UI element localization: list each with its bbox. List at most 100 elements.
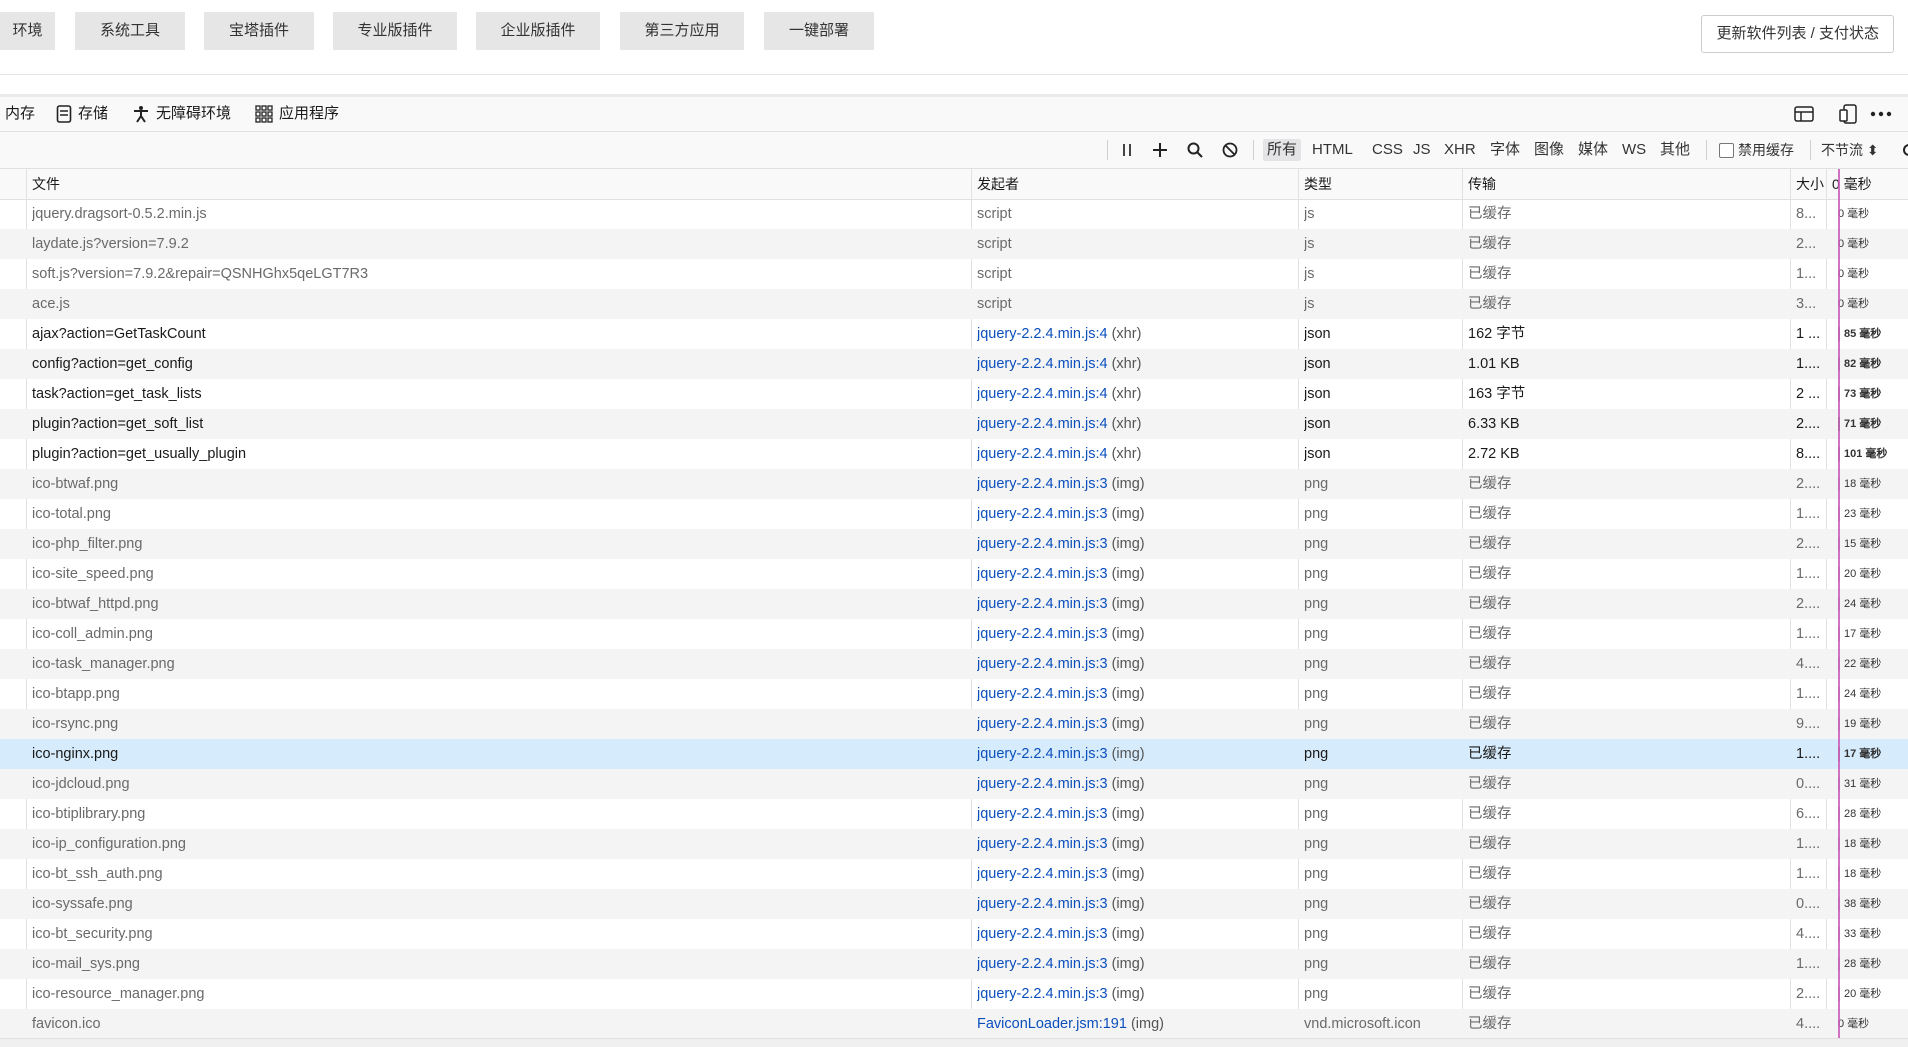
filter-ws[interactable]: WS [1618, 139, 1650, 161]
filter-images[interactable]: 图像 [1530, 139, 1568, 161]
initiator-link[interactable]: jquery-2.2.4.min.js:3 [977, 716, 1108, 732]
initiator-link[interactable]: jquery-2.2.4.min.js:4 [977, 326, 1108, 342]
more-options-icon[interactable] [1870, 97, 1892, 131]
tab-pro-plugins[interactable]: 专业版插件 [333, 12, 457, 50]
initiator-link[interactable]: FaviconLoader.jsm:191 [977, 1016, 1127, 1032]
request-row[interactable]: config?action=get_config jquery-2.2.4.min… [0, 349, 1908, 379]
request-row[interactable]: ico-rsync.png jquery-2.2.4.min.js:3 (img)… [0, 709, 1908, 739]
initiator-link[interactable]: jquery-2.2.4.min.js:3 [977, 896, 1108, 912]
initiator-link[interactable]: jquery-2.2.4.min.js:3 [977, 656, 1108, 672]
tab-third-party-apps[interactable]: 第三方应用 [620, 12, 744, 50]
request-row[interactable]: ico-btapp.png jquery-2.2.4.min.js:3 (img)… [0, 679, 1908, 709]
throttling-select[interactable]: 不节流 ⬍ [1821, 139, 1879, 161]
settings-gear-icon[interactable] [1896, 140, 1908, 160]
request-type: png [1304, 926, 1329, 942]
request-type: png [1304, 476, 1329, 492]
request-row[interactable]: ico-resource_manager.png jquery-2.2.4.min… [0, 979, 1908, 1009]
request-row[interactable]: ico-mail_sys.png jquery-2.2.4.min.js:3 (i… [0, 949, 1908, 979]
initiator-cause: (img) [1111, 536, 1145, 552]
request-row[interactable]: ico-total.png jquery-2.2.4.min.js:3 (img)… [0, 499, 1908, 529]
request-row[interactable]: ico-nginx.png jquery-2.2.4.min.js:3 (img)… [0, 739, 1908, 769]
initiator-link[interactable]: jquery-2.2.4.min.js:3 [977, 686, 1108, 702]
request-row[interactable]: plugin?action=get_soft_list jquery-2.2.4.… [0, 409, 1908, 439]
request-row[interactable]: ace.js script js 已缓存 3... 0 毫秒 [0, 289, 1908, 319]
request-file: ico-mail_sys.png [32, 956, 140, 972]
filter-css[interactable]: CSS [1368, 139, 1407, 161]
initiator-link[interactable]: jquery-2.2.4.min.js:3 [977, 746, 1108, 762]
request-row[interactable]: laydate.js?version=7.9.2 script js 已缓存 2... 0… [0, 229, 1908, 259]
initiator-link[interactable]: jquery-2.2.4.min.js:4 [977, 416, 1108, 432]
tab-application[interactable]: 应用程序 [255, 97, 339, 131]
update-software-list-button[interactable]: 更新软件列表 / 支付状态 [1701, 15, 1894, 53]
responsive-design-icon[interactable] [1839, 97, 1859, 131]
column-header-transferred[interactable]: 传输 [1462, 169, 1496, 199]
tab-accessibility[interactable]: 无障碍环境 [132, 97, 231, 131]
tab-system-tools[interactable]: 系统工具 [75, 12, 185, 50]
request-row[interactable]: ico-syssafe.png jquery-2.2.4.min.js:3 (im… [0, 889, 1908, 919]
column-header-timeline[interactable]: 0 毫秒 [1826, 169, 1872, 199]
request-row[interactable]: jquery.dragsort-0.5.2.min.js script js 已缓存 8… [0, 199, 1908, 229]
filter-all[interactable]: 所有 [1263, 139, 1302, 161]
initiator-link[interactable]: jquery-2.2.4.min.js:3 [977, 926, 1108, 942]
disable-cache-checkbox[interactable]: 禁用缓存 [1719, 140, 1794, 160]
initiator-link[interactable]: jquery-2.2.4.min.js:3 [977, 626, 1108, 642]
add-request-icon[interactable] [1150, 140, 1170, 160]
initiator-link[interactable]: jquery-2.2.4.min.js:3 [977, 596, 1108, 612]
request-row[interactable]: task?action=get_task_lists jquery-2.2.4.m… [0, 379, 1908, 409]
search-icon[interactable] [1185, 140, 1205, 160]
filter-html[interactable]: HTML [1308, 139, 1357, 161]
request-row[interactable]: ico-bt_ssh_auth.png jquery-2.2.4.min.js:3… [0, 859, 1908, 889]
column-header-size[interactable]: 大小 [1790, 169, 1824, 199]
request-transferred: 已缓存 [1468, 596, 1512, 612]
filter-js[interactable]: JS [1409, 139, 1435, 161]
tab-one-click-deploy[interactable]: 一键部署 [764, 12, 874, 50]
initiator-link[interactable]: jquery-2.2.4.min.js:3 [977, 536, 1108, 552]
request-row[interactable]: ico-site_speed.png jquery-2.2.4.min.js:3 … [0, 559, 1908, 589]
tab-environment[interactable]: 环境 [0, 12, 55, 50]
pause-icon[interactable] [1117, 140, 1137, 160]
tab-accessibility-label: 无障碍环境 [156, 105, 232, 122]
request-row[interactable]: ico-coll_admin.png jquery-2.2.4.min.js:3 … [0, 619, 1908, 649]
request-row[interactable]: ico-btwaf_httpd.png jquery-2.2.4.min.js:3… [0, 589, 1908, 619]
initiator-link[interactable]: jquery-2.2.4.min.js:3 [977, 866, 1108, 882]
request-row[interactable]: plugin?action=get_usually_plugin jquery-2… [0, 439, 1908, 469]
request-row[interactable]: ico-ip_configuration.png jquery-2.2.4.min… [0, 829, 1908, 859]
request-row[interactable]: ico-task_manager.png jquery-2.2.4.min.js:… [0, 649, 1908, 679]
tab-memory[interactable]: 内存 [5, 97, 35, 131]
plugin-category-bar: 环境 系统工具 宝塔插件 专业版插件 企业版插件 第三方应用 一键部署 更新软件… [0, 0, 1908, 96]
column-header-type[interactable]: 类型 [1298, 169, 1332, 199]
initiator-link[interactable]: jquery-2.2.4.min.js:3 [977, 476, 1108, 492]
initiator-link[interactable]: jquery-2.2.4.min.js:3 [977, 566, 1108, 582]
initiator-link[interactable]: jquery-2.2.4.min.js:3 [977, 776, 1108, 792]
request-row[interactable]: ico-bt_security.png jquery-2.2.4.min.js:3… [0, 919, 1908, 949]
filter-xhr[interactable]: XHR [1440, 139, 1480, 161]
initiator-link[interactable]: jquery-2.2.4.min.js:3 [977, 836, 1108, 852]
column-header-initiator[interactable]: 发起者 [971, 169, 1019, 199]
checkbox-box[interactable] [1719, 142, 1734, 158]
initiator-link[interactable]: jquery-2.2.4.min.js:4 [977, 356, 1108, 372]
initiator-link[interactable]: jquery-2.2.4.min.js:3 [977, 506, 1108, 522]
initiator-link[interactable]: jquery-2.2.4.min.js:3 [977, 956, 1108, 972]
tab-bt-plugins[interactable]: 宝塔插件 [204, 12, 314, 50]
request-row[interactable]: ico-btiplibrary.png jquery-2.2.4.min.js:3… [0, 799, 1908, 829]
request-row[interactable]: favicon.ico FaviconLoader.jsm:191 (img) vn… [0, 1009, 1908, 1039]
initiator-link[interactable]: jquery-2.2.4.min.js:3 [977, 806, 1108, 822]
filter-fonts[interactable]: 字体 [1486, 139, 1524, 161]
dock-panel-icon[interactable] [1794, 97, 1814, 131]
initiator-cause: script [977, 236, 1012, 252]
initiator-link[interactable]: jquery-2.2.4.min.js:4 [977, 446, 1108, 462]
initiator-link[interactable]: jquery-2.2.4.min.js:4 [977, 386, 1108, 402]
request-row[interactable]: ico-php_filter.png jquery-2.2.4.min.js:3 … [0, 529, 1908, 559]
request-file: ico-resource_manager.png [32, 986, 205, 1002]
filter-media[interactable]: 媒体 [1574, 139, 1612, 161]
request-row[interactable]: ico-btwaf.png jquery-2.2.4.min.js:3 (img)… [0, 469, 1908, 499]
block-requests-icon[interactable] [1220, 140, 1240, 160]
initiator-link[interactable]: jquery-2.2.4.min.js:3 [977, 986, 1108, 1002]
filter-other[interactable]: 其他 [1656, 139, 1694, 161]
tab-enterprise-plugins[interactable]: 企业版插件 [476, 12, 600, 50]
request-row[interactable]: soft.js?version=7.9.2&repair=QSNHGhx5qeL… [0, 259, 1908, 289]
request-row[interactable]: ico-jdcloud.png jquery-2.2.4.min.js:3 (im… [0, 769, 1908, 799]
column-header-file[interactable]: 文件 [26, 169, 60, 199]
request-row[interactable]: ajax?action=GetTaskCount jquery-2.2.4.min… [0, 319, 1908, 349]
tab-storage[interactable]: 存储 [56, 97, 108, 131]
